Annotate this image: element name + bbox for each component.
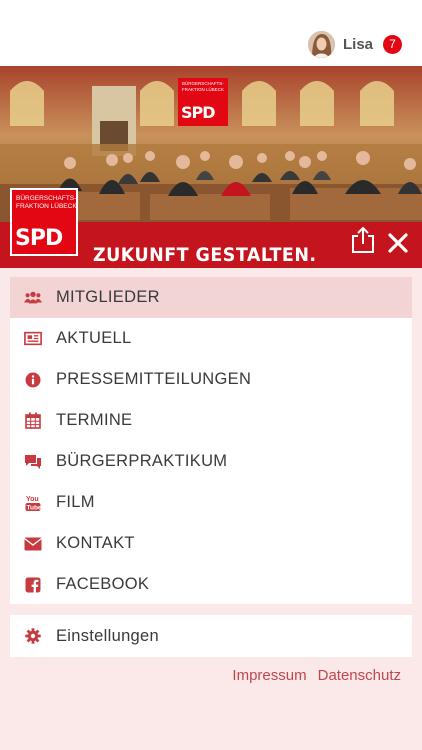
user-name: Lisa [342, 35, 373, 53]
chat-icon [24, 453, 42, 471]
svg-text:You: You [26, 496, 39, 503]
settings-label: Einstellungen [56, 626, 159, 645]
bottom-panel [10, 696, 412, 750]
wall-spd-logo: BÜRGERSCHAFTS- FRAKTION LÜBECK SPD [178, 78, 228, 126]
menu-item-label: AKTUELL [56, 329, 132, 347]
close-icon [388, 233, 408, 253]
header-banner: BÜRGERSCHAFTS- FRAKTION LÜBECK SPD ZUKUN… [0, 66, 422, 268]
menu-item-film[interactable]: You Tube FILM [10, 482, 412, 523]
close-button[interactable] [386, 231, 410, 255]
menu-item-label: BÜRGERPRAKTIKUM [56, 452, 228, 470]
datenschutz-link[interactable]: Datenschutz [318, 667, 401, 684]
main-menu: MITGLIEDER AKTUELL PRESSEMITTEILUNGEN TE… [10, 277, 412, 604]
menu-item-termine[interactable]: TERMINE [10, 400, 412, 441]
menu-item-label: PRESSEMITTEILUNGEN [56, 370, 252, 388]
menu-item-label: FACEBOOK [56, 575, 150, 593]
slogan: ZUKUNFT GESTALTEN. [93, 244, 317, 266]
settings-item[interactable]: Einstellungen [10, 615, 412, 657]
group-icon [24, 289, 42, 307]
menu-item-kontakt[interactable]: KONTAKT [10, 523, 412, 564]
share-icon [352, 226, 374, 253]
share-button[interactable] [350, 226, 376, 254]
menu-item-label: MITGLIEDER [56, 288, 160, 306]
logo-text: SPD [15, 226, 63, 251]
menu-item-label: TERMINE [56, 411, 133, 429]
menu-item-label: FILM [56, 493, 95, 511]
top-bar: Lisa 7 [0, 0, 422, 66]
logo-subtitle: BÜRGERSCHAFTS- FRAKTION LÜBECK [16, 195, 77, 210]
facebook-icon [24, 576, 42, 594]
svg-text:Tube: Tube [27, 504, 42, 511]
menu-item-mitglieder[interactable]: MITGLIEDER [10, 277, 412, 318]
user-menu[interactable]: Lisa 7 [307, 30, 402, 58]
menu-item-aktuell[interactable]: AKTUELL [10, 318, 412, 359]
avatar[interactable] [307, 30, 335, 58]
menu-item-pressemitteilungen[interactable]: PRESSEMITTEILUNGEN [10, 359, 412, 400]
impressum-link[interactable]: Impressum [232, 667, 306, 684]
gear-icon [24, 627, 42, 645]
menu-item-buergerpraktikum[interactable]: BÜRGERPRAKTIKUM [10, 441, 412, 482]
notification-badge[interactable]: 7 [383, 34, 402, 54]
spd-logo: BÜRGERSCHAFTS- FRAKTION LÜBECK SPD [10, 188, 78, 256]
menu-item-facebook[interactable]: FACEBOOK [10, 564, 412, 605]
newspaper-icon [24, 330, 42, 348]
info-icon [24, 371, 42, 389]
calendar-icon [24, 412, 42, 430]
footer-links: Impressum Datenschutz [232, 667, 401, 684]
envelope-icon [24, 535, 42, 553]
youtube-icon: You Tube [24, 494, 42, 512]
menu-item-label: KONTAKT [56, 534, 135, 552]
